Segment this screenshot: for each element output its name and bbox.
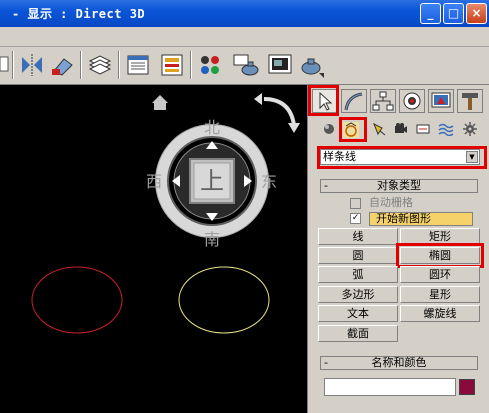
layers-icon[interactable] [86, 51, 114, 79]
ellipse-shape-yellow[interactable] [178, 266, 270, 334]
circle-button[interactable]: 圆 [318, 247, 398, 264]
rectangle-button[interactable]: 矩形 [400, 228, 480, 245]
title-bar: - 显示 : Direct 3D _ □ × [0, 0, 489, 27]
autogrid-label: 自动栅格 [369, 196, 413, 209]
tab-create[interactable] [312, 89, 338, 113]
line-button[interactable]: 线 [318, 228, 398, 245]
object-type-rollout-header[interactable]: - 对象类型 [320, 179, 478, 193]
helix-button[interactable]: 螺旋线 [400, 305, 480, 322]
window-title: - 显示 : Direct 3D [12, 7, 146, 21]
quick-render-icon[interactable] [298, 51, 326, 79]
toolbar-top-strip [0, 27, 489, 47]
tab-display[interactable] [428, 89, 454, 113]
name-color-rollout-header[interactable]: - 名称和颜色 [320, 356, 478, 370]
compass-east-label: 东 [261, 172, 277, 191]
donut-button[interactable]: 圆环 [400, 266, 480, 283]
name-color-header-label: 名称和颜色 [371, 356, 427, 369]
tab-motion[interactable] [399, 89, 425, 113]
curve-editor-icon[interactable] [124, 51, 152, 79]
compass-west-label: 西 [146, 172, 162, 191]
compass-north-label: 北 [204, 118, 220, 137]
text-button[interactable]: 文本 [318, 305, 398, 322]
viewport-top[interactable]: 上 北 南 西 东 [0, 85, 307, 413]
toolbar-separator [190, 51, 192, 79]
object-name-field[interactable] [324, 378, 456, 396]
main-toolbar [0, 27, 489, 85]
compass-south-label: 南 [204, 230, 220, 249]
rollout-collapse-icon: - [324, 356, 328, 369]
start-new-shape-checkbox[interactable]: ✓ [350, 213, 361, 224]
autogrid-checkbox[interactable] [350, 198, 361, 209]
command-panel: 样条线 ▼ - 对象类型 自动栅格 ✓ 开始新图形 线 矩形 圆 椭圆 弧 圆环… [307, 85, 489, 413]
ngon-button[interactable]: 多边形 [318, 286, 398, 303]
tab-hierarchy[interactable] [370, 89, 396, 113]
helpers-icon[interactable] [416, 122, 430, 136]
star-button[interactable]: 星形 [400, 286, 480, 303]
tab-utilities[interactable] [457, 89, 483, 113]
arc-button[interactable]: 弧 [318, 266, 398, 283]
toolbar-separator [12, 51, 14, 79]
rollout-collapse-icon: - [324, 179, 328, 192]
start-new-shape-field[interactable]: 开始新图形 [369, 212, 473, 226]
object-type-header-label: 对象类型 [377, 179, 421, 192]
close-button[interactable]: × [466, 3, 487, 24]
viewcube-face-label: 上 [200, 167, 224, 195]
align-icon[interactable] [48, 51, 76, 79]
ellipse-shape-red[interactable] [31, 266, 123, 334]
shape-category-dropdown[interactable]: 样条线 ▼ [320, 149, 480, 165]
home-icon[interactable] [152, 95, 168, 110]
mirror-icon[interactable] [18, 51, 46, 79]
dropdown-value: 样条线 [323, 150, 356, 163]
toolbar-separator [80, 51, 82, 79]
section-button[interactable]: 截面 [318, 325, 398, 342]
rendered-frame-icon[interactable] [266, 51, 294, 79]
object-color-swatch[interactable] [459, 379, 475, 395]
systems-icon[interactable] [462, 121, 478, 137]
viewport-canvas: 上 北 南 西 东 [31, 93, 300, 334]
start-new-shape-label: 开始新图形 [376, 212, 431, 225]
cameras-icon[interactable] [394, 122, 408, 136]
geometry-icon[interactable] [322, 122, 336, 136]
toolbar-separator [118, 51, 120, 79]
chevron-down-icon[interactable]: ▼ [466, 151, 478, 163]
ellipse-button[interactable]: 椭圆 [400, 247, 480, 264]
material-editor-icon[interactable] [196, 51, 224, 79]
space-warps-icon[interactable] [438, 122, 454, 137]
render-setup-icon[interactable] [232, 51, 260, 79]
minimize-button[interactable]: _ [420, 3, 441, 24]
maximize-button[interactable]: □ [443, 3, 464, 24]
rotate-view-icon[interactable] [254, 93, 300, 133]
lights-icon[interactable] [372, 122, 386, 136]
tab-modify[interactable] [341, 89, 367, 113]
schematic-view-icon[interactable] [158, 51, 186, 79]
shapes-icon[interactable] [342, 121, 360, 139]
